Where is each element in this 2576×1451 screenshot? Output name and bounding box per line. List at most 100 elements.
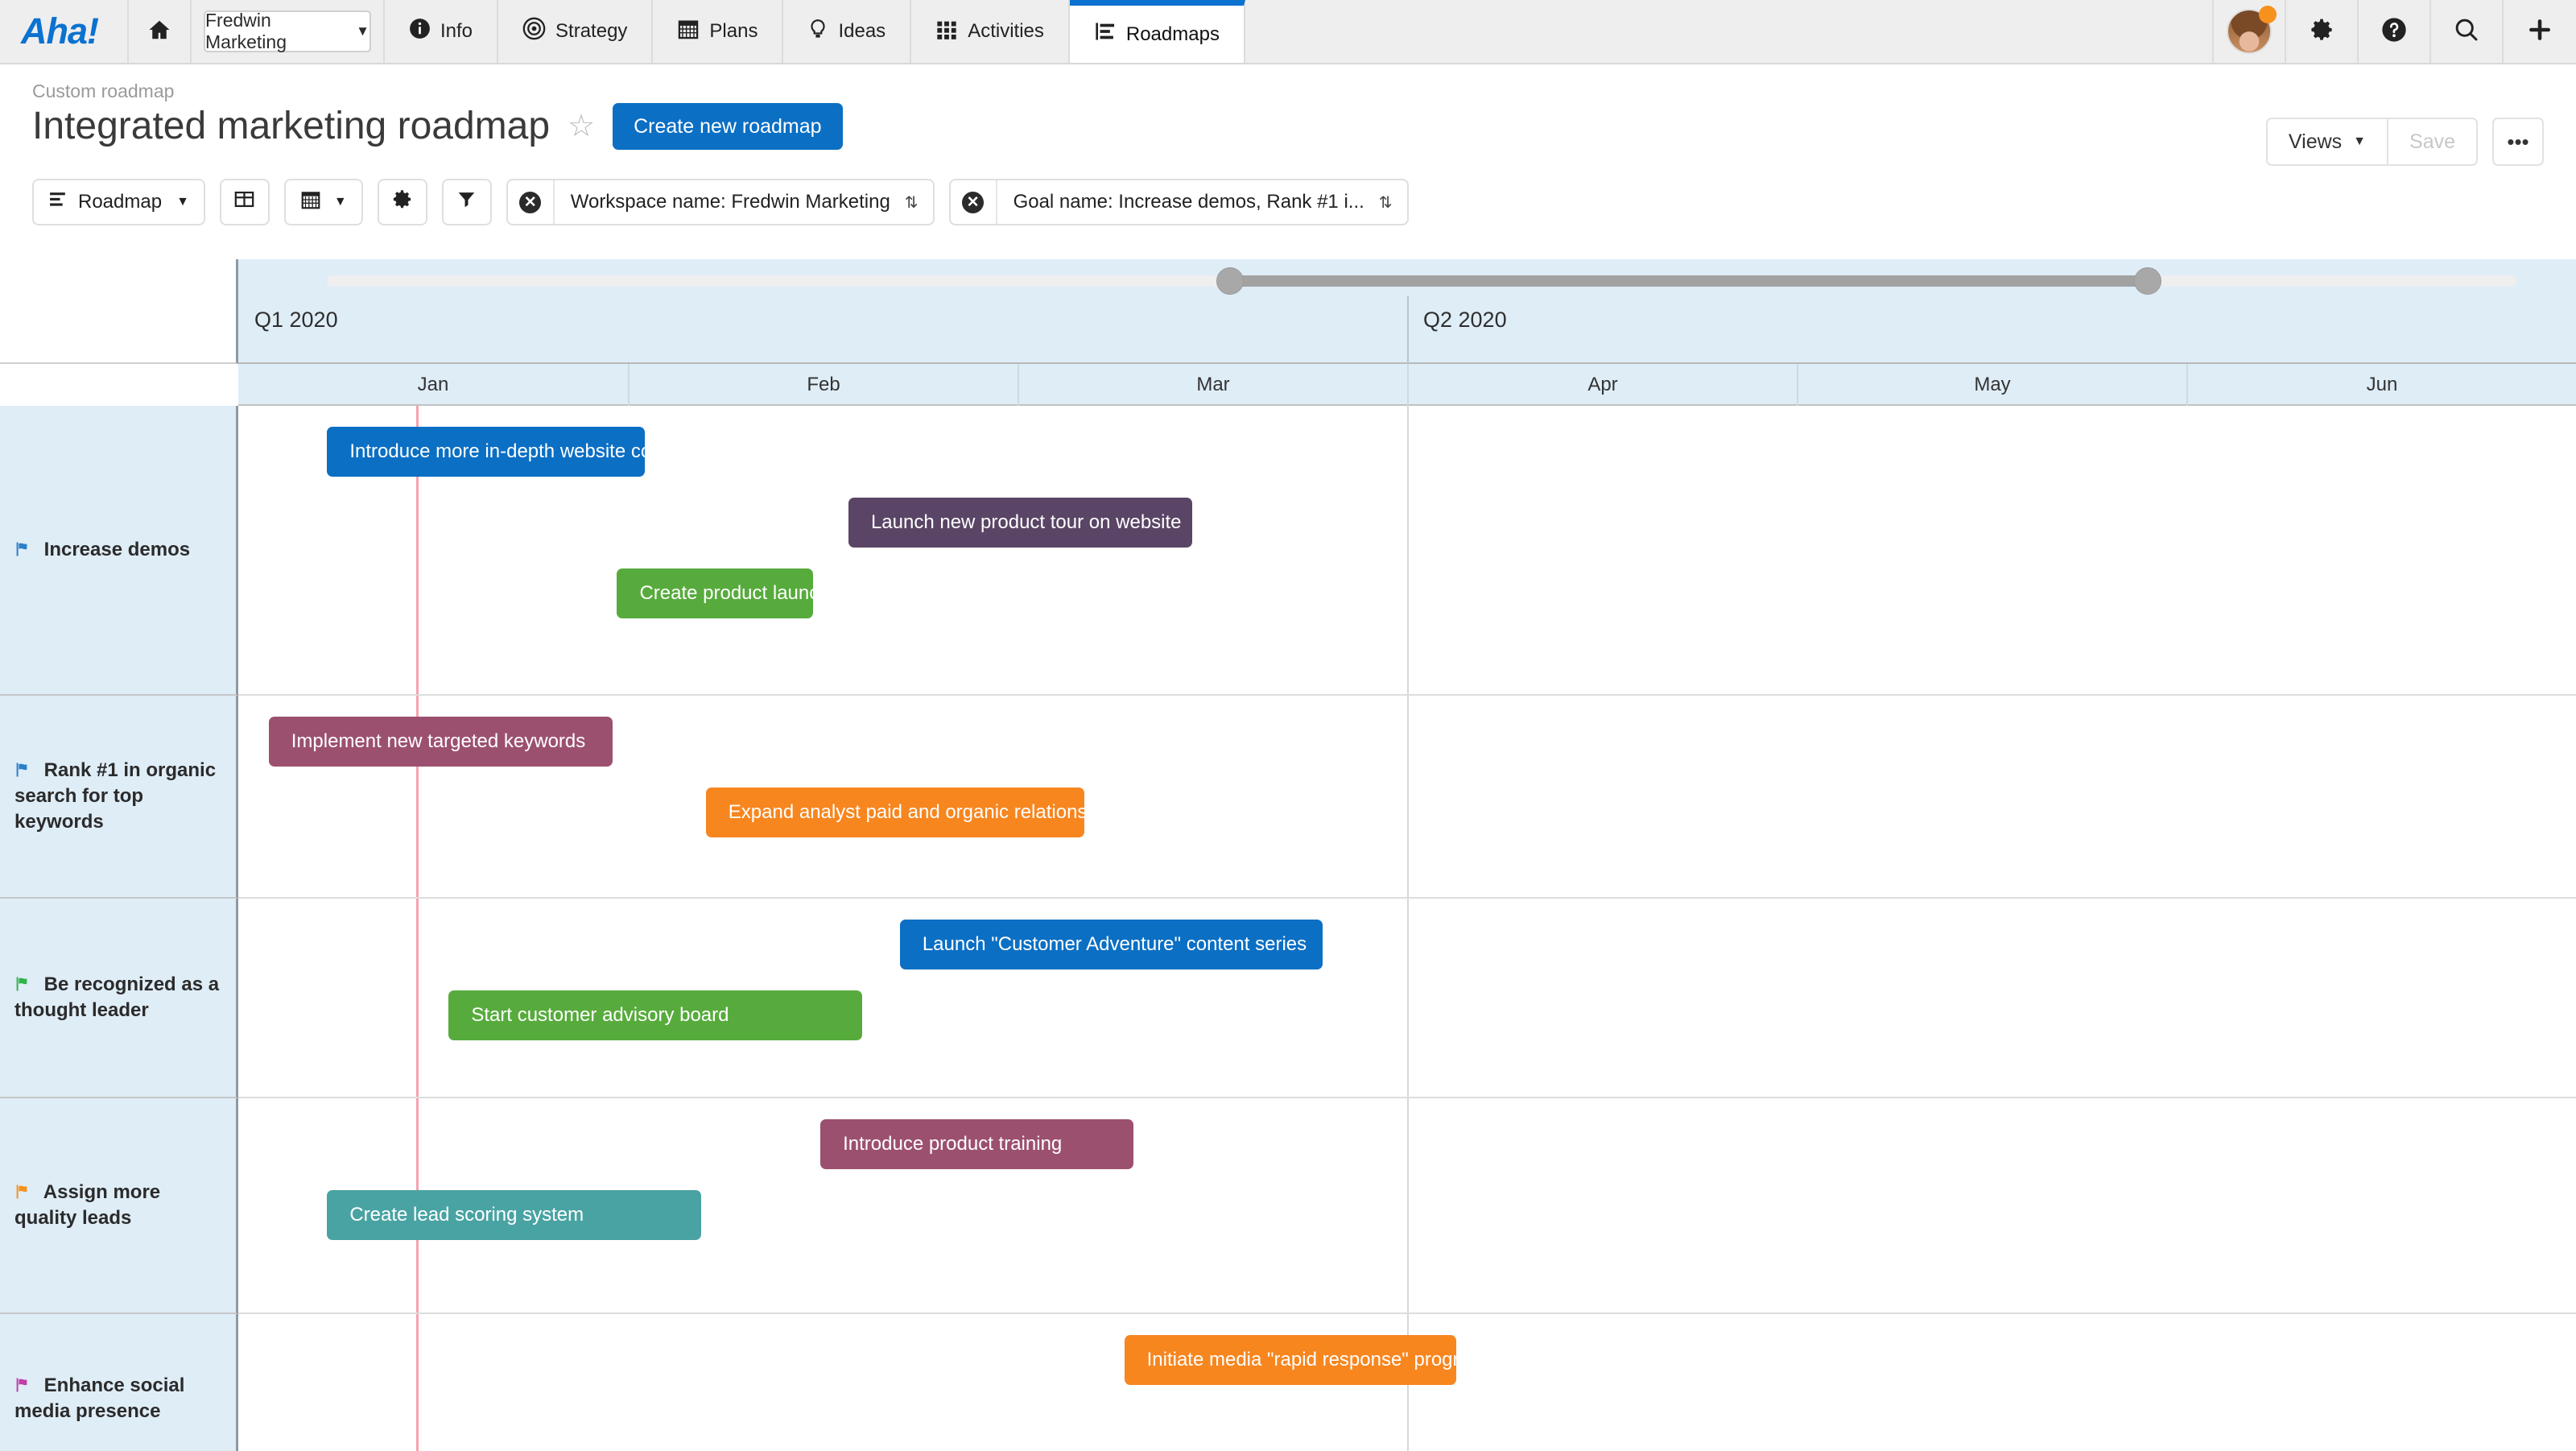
settings-button[interactable] xyxy=(2286,0,2359,63)
timeline-zoom-handle-right[interactable] xyxy=(2134,267,2161,295)
header-actions: Views ▼ Save ••• xyxy=(2265,118,2544,166)
month-header-row: Jan Feb Mar Apr May Jun xyxy=(238,364,2576,406)
roadmap-bar[interactable]: Start customer advisory board xyxy=(448,990,863,1040)
roadmap-bar[interactable]: Introduce more in-depth website content xyxy=(327,427,695,477)
help-icon xyxy=(2381,17,2407,47)
roadmap-row: Assign more quality leads Introduce produ… xyxy=(0,1098,2576,1314)
nav-tab-label: Activities xyxy=(968,20,1044,42)
roadmap-bar[interactable]: Create product launch framework xyxy=(617,568,925,618)
calendar-icon xyxy=(677,18,700,46)
timeline-zoom-slider[interactable] xyxy=(327,267,2516,295)
quarter-gridline xyxy=(1407,899,1409,1097)
aha-logo[interactable]: Aha! xyxy=(0,0,129,63)
roadmap-bar[interactable]: Launch new product tour on website xyxy=(848,498,1192,548)
chevron-down-icon: ▼ xyxy=(356,23,369,39)
roadmap-bar[interactable]: Expand analyst paid and organic relation… xyxy=(705,788,1122,837)
roadmap-bar-label: Start customer advisory board xyxy=(471,1004,729,1026)
roadmap-icon xyxy=(1094,20,1117,48)
goal-label-text: Increase demos xyxy=(14,537,190,563)
info-icon xyxy=(409,18,431,45)
month-cell-jan: Jan xyxy=(417,374,449,395)
goal-row-label[interactable]: Increase demos xyxy=(0,406,238,696)
roadmap-bar-label: Introduce product training xyxy=(843,1133,1063,1155)
funnel-icon xyxy=(456,189,477,215)
nav-tab-strategy[interactable]: Strategy xyxy=(498,0,654,63)
home-button[interactable] xyxy=(129,0,192,63)
add-button[interactable] xyxy=(2504,0,2576,63)
roadmap-row-track: Launch "Customer Adventure" content seri… xyxy=(238,899,2576,1098)
roadmap-row-track: Initiate media "rapid response" program xyxy=(238,1314,2576,1451)
roadmap-bar[interactable]: Create lead scoring system xyxy=(327,1190,701,1240)
quarter-gridline xyxy=(1407,406,1409,694)
flag-icon xyxy=(14,759,34,781)
filter-chip-goal[interactable]: ✕ Goal name: Increase demos, Rank #1 i..… xyxy=(948,179,1409,225)
workspace-switcher[interactable]: Fredwin Marketing ▼ xyxy=(192,0,385,63)
nav-tab-label: Info xyxy=(440,20,473,42)
nav-tab-plans[interactable]: Plans xyxy=(653,0,784,63)
save-button[interactable]: Save xyxy=(2388,118,2478,166)
remove-filter-button[interactable]: ✕ xyxy=(508,180,555,224)
roadmap-settings-button[interactable] xyxy=(377,179,427,225)
roadmap-row: Increase demos Introduce more in-depth we… xyxy=(0,406,2576,696)
nav-tab-activities[interactable]: Activities xyxy=(911,0,1070,63)
roadmap-bar[interactable]: Implement new targeted keywords xyxy=(268,717,613,767)
calendar-icon xyxy=(300,189,321,216)
favorite-star-icon[interactable]: ☆ xyxy=(568,111,595,142)
nav-tab-label: Roadmaps xyxy=(1125,23,1220,45)
remove-filter-button[interactable]: ✕ xyxy=(951,180,997,224)
roadmap-row: Enhance social media presence Initiate me… xyxy=(0,1314,2576,1451)
workspace-name-label: Fredwin Marketing xyxy=(205,10,287,52)
roadmap-bar-label: Create lead scoring system xyxy=(349,1204,584,1226)
nav-tab-ideas[interactable]: Ideas xyxy=(783,0,912,63)
help-button[interactable] xyxy=(2359,0,2431,63)
month-cell-apr: Apr xyxy=(1407,364,1797,406)
table-icon xyxy=(233,188,255,216)
roadmap-bar-label: Introduce more in-depth website content xyxy=(349,440,695,462)
filter-label: Workspace name: Fredwin Marketing xyxy=(570,191,890,213)
chevron-down-icon: ▼ xyxy=(176,195,189,209)
views-label: Views xyxy=(2288,130,2343,153)
goal-row-label[interactable]: Enhance social media presence xyxy=(0,1314,238,1451)
table-view-button[interactable] xyxy=(219,179,270,225)
roadmap-bar-label: Implement new targeted keywords xyxy=(291,730,586,752)
roadmap-view-selector[interactable]: Roadmap ▼ xyxy=(32,179,205,225)
quarter-label-q1: Q1 2020 xyxy=(254,308,338,332)
roadmap-grid: Q1 2020 Q2 2020 Jan Feb Mar Apr May Jun … xyxy=(0,259,2576,1451)
more-options-button[interactable]: ••• xyxy=(2492,118,2544,166)
search-button[interactable] xyxy=(2431,0,2504,63)
close-icon: ✕ xyxy=(519,191,542,213)
grid-corner-cell xyxy=(0,259,238,364)
filter-chip-workspace[interactable]: ✕ Workspace name: Fredwin Marketing ⇅ xyxy=(506,179,935,225)
roadmap-bar-label: Initiate media "rapid response" program xyxy=(1146,1349,1486,1370)
roadmap-bar-label: Expand analyst paid and organic relation… xyxy=(728,801,1123,823)
flag-icon xyxy=(14,1181,34,1203)
roadmap-toolbar: Roadmap ▼ ▼ ✕ Workspace name: Fredwin Ma… xyxy=(32,179,1409,225)
user-avatar-button[interactable] xyxy=(2214,0,2286,63)
roadmap-icon xyxy=(48,189,68,215)
roadmap-bar[interactable]: Launch "Customer Adventure" content seri… xyxy=(899,920,1323,969)
views-button[interactable]: Views ▼ xyxy=(2265,118,2389,166)
goal-row-label[interactable]: Rank #1 in organic search for top keywor… xyxy=(0,696,238,899)
date-range-button[interactable]: ▼ xyxy=(283,179,363,225)
chevron-down-icon: ▼ xyxy=(2353,134,2367,148)
create-new-roadmap-button[interactable]: Create new roadmap xyxy=(613,103,843,150)
nav-tab-roadmaps[interactable]: Roadmaps xyxy=(1069,0,1245,63)
sort-updown-icon[interactable]: ⇅ xyxy=(905,180,933,224)
roadmap-bar[interactable]: Introduce product training xyxy=(820,1119,1134,1169)
nav-tab-label: Ideas xyxy=(838,20,886,42)
roadmap-bar[interactable]: Initiate media "rapid response" program xyxy=(1124,1335,1486,1385)
flag-icon xyxy=(14,1375,34,1396)
month-cell-mar: Mar xyxy=(1018,364,1407,406)
goal-label-text: Rank #1 in organic search for top keywor… xyxy=(14,759,217,833)
quarter-label-q2: Q2 2020 xyxy=(1423,308,1507,332)
filter-button[interactable] xyxy=(441,179,492,225)
nav-tab-info[interactable]: Info xyxy=(385,0,499,63)
quarter-gridline xyxy=(1407,1098,1409,1313)
timeline-zoom-handle-left[interactable] xyxy=(1216,267,1244,295)
quarter-gridline xyxy=(1407,696,1409,897)
sort-updown-icon[interactable]: ⇅ xyxy=(1379,180,1407,224)
nav-tab-label: Plans xyxy=(709,20,758,42)
timeline-zoom-fill xyxy=(1228,275,2146,287)
goal-row-label[interactable]: Assign more quality leads xyxy=(0,1098,238,1314)
goal-row-label[interactable]: Be recognized as a thought leader xyxy=(0,899,238,1098)
